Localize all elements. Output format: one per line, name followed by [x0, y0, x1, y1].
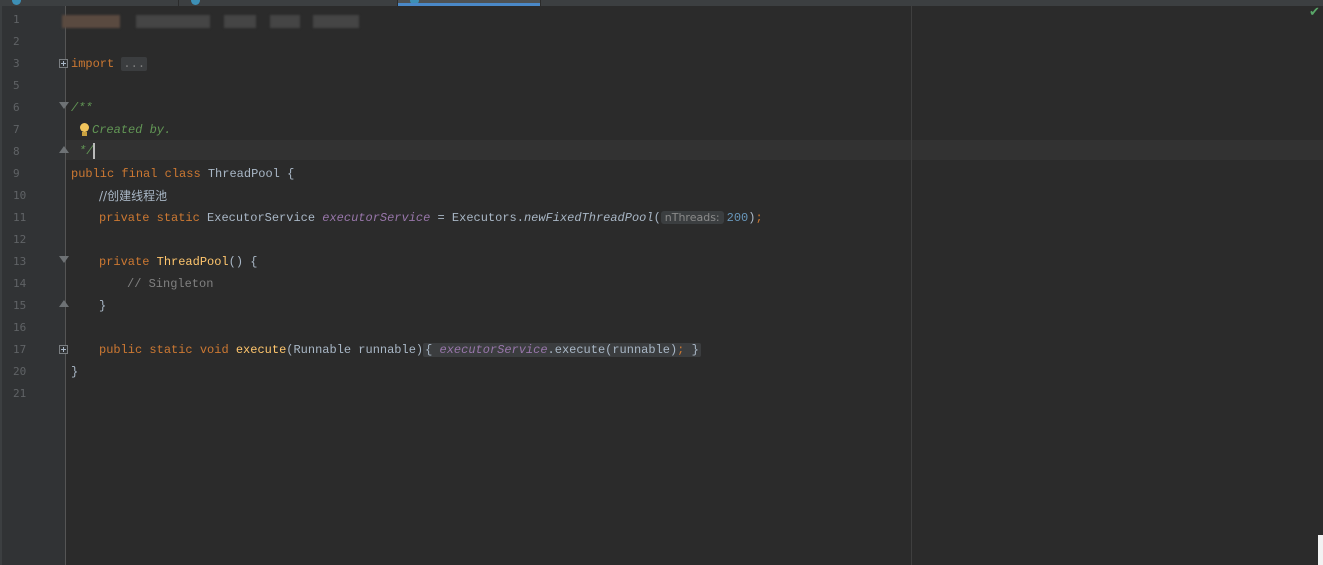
- blurred-text: [136, 15, 210, 28]
- current-line-highlight: [66, 140, 1323, 160]
- editor-tab-3-active[interactable]: [398, 0, 541, 6]
- editor-tab-strip: [0, 0, 1323, 6]
- blurred-text: [62, 15, 120, 28]
- text-caret: [93, 143, 96, 159]
- constructor-name: ThreadPool: [156, 255, 229, 269]
- method-name: execute: [235, 343, 287, 357]
- keyword: private: [99, 211, 150, 225]
- code-line-doc-close[interactable]: */: [79, 143, 96, 159]
- class-file-icon: [191, 0, 200, 5]
- fold-end-icon[interactable]: [59, 300, 69, 307]
- brace: }: [71, 365, 79, 379]
- class-file-icon: [12, 0, 21, 5]
- code-line-doc-open[interactable]: /**: [71, 100, 93, 116]
- line-number: 6: [13, 101, 20, 114]
- keyword: import: [71, 57, 115, 71]
- line-number: 13: [13, 255, 27, 268]
- fold-end-icon[interactable]: [59, 146, 69, 153]
- line-number: 2: [13, 35, 20, 48]
- brace: }: [691, 343, 699, 357]
- line-number: 12: [13, 233, 27, 246]
- class-file-icon: [410, 0, 419, 5]
- code-line-import[interactable]: import ...: [71, 56, 148, 72]
- code-line-comment-singleton[interactable]: // Singleton: [127, 276, 213, 292]
- line-number: 8: [13, 145, 20, 158]
- blurred-text: [270, 15, 300, 28]
- line-comment: //创建线程池: [99, 189, 168, 203]
- fold-expand-icon[interactable]: [59, 59, 68, 68]
- keyword: private: [99, 255, 150, 269]
- line-number: 15: [13, 299, 27, 312]
- field-name: executorService: [322, 211, 431, 225]
- parameter-hint: nThreads:: [660, 211, 724, 224]
- code-line-field[interactable]: private static ExecutorService executorS…: [99, 210, 763, 226]
- line-number: 3: [13, 57, 20, 70]
- doc-comment: Created by.: [92, 123, 172, 137]
- editor-gutter[interactable]: [0, 6, 66, 565]
- semicolon: ;: [755, 211, 763, 225]
- line-number: 16: [13, 321, 27, 334]
- folded-imports[interactable]: ...: [121, 57, 148, 71]
- right-margin-guide: [911, 6, 912, 565]
- doc-comment: */: [79, 144, 94, 158]
- blurred-text: [224, 15, 256, 28]
- paren: (: [653, 211, 661, 225]
- keyword: static: [156, 211, 200, 225]
- code-line-doc-created[interactable]: Created by.: [92, 122, 171, 138]
- code-line-ctor[interactable]: private ThreadPool() {: [99, 254, 257, 270]
- scrollbar[interactable]: [1318, 535, 1323, 565]
- line-number: 21: [13, 387, 27, 400]
- editor-tab-2[interactable]: [179, 0, 398, 6]
- method-call: .execute(runnable): [547, 343, 678, 357]
- code-text: = Executors.: [430, 211, 524, 225]
- brace: }: [99, 299, 107, 313]
- code-text: () {: [228, 255, 258, 269]
- keyword: void: [199, 343, 229, 357]
- line-number: 17: [13, 343, 27, 356]
- semicolon: ;: [677, 343, 685, 357]
- code-text: (Runnable runnable): [286, 343, 424, 357]
- code-line-class-close[interactable]: }: [71, 364, 78, 380]
- brace: {: [425, 343, 433, 357]
- keyword: static: [149, 343, 193, 357]
- line-number: 7: [13, 123, 20, 136]
- doc-comment: /**: [71, 101, 93, 115]
- line-number: 9: [13, 167, 20, 180]
- fold-expand-icon[interactable]: [59, 345, 68, 354]
- keyword: public: [99, 343, 143, 357]
- lightbulb-icon[interactable]: [79, 123, 90, 137]
- brace: {: [279, 167, 295, 181]
- code-line-ctor-close[interactable]: }: [99, 298, 106, 314]
- line-comment: // Singleton: [127, 277, 214, 291]
- line-number: 5: [13, 79, 20, 92]
- folded-body[interactable]: { executorService.execute(runnable); }: [423, 343, 701, 357]
- code-line-comment-cn[interactable]: //创建线程池: [99, 188, 167, 204]
- code-line-execute[interactable]: public static void execute(Runnable runn…: [99, 342, 701, 358]
- fold-collapse-icon[interactable]: [59, 256, 69, 263]
- gutter-edge: [0, 6, 2, 565]
- line-number: 10: [13, 189, 27, 202]
- keyword: public: [71, 167, 115, 181]
- line-number: 1: [13, 13, 20, 26]
- check-icon[interactable]: ✔: [1309, 6, 1321, 19]
- line-number: 11: [13, 211, 27, 224]
- keyword: final: [121, 167, 158, 181]
- type-name: ExecutorService: [207, 211, 316, 225]
- line-number: 20: [13, 365, 27, 378]
- method-call: newFixedThreadPool: [523, 211, 654, 225]
- fold-collapse-icon[interactable]: [59, 102, 69, 109]
- code-line-class-decl[interactable]: public final class ThreadPool {: [71, 166, 294, 182]
- field-name: executorService: [439, 343, 548, 357]
- blurred-text: [313, 15, 359, 28]
- number-literal: 200: [726, 211, 749, 225]
- class-name: ThreadPool: [207, 167, 280, 181]
- keyword: class: [164, 167, 201, 181]
- line-number: 14: [13, 277, 27, 290]
